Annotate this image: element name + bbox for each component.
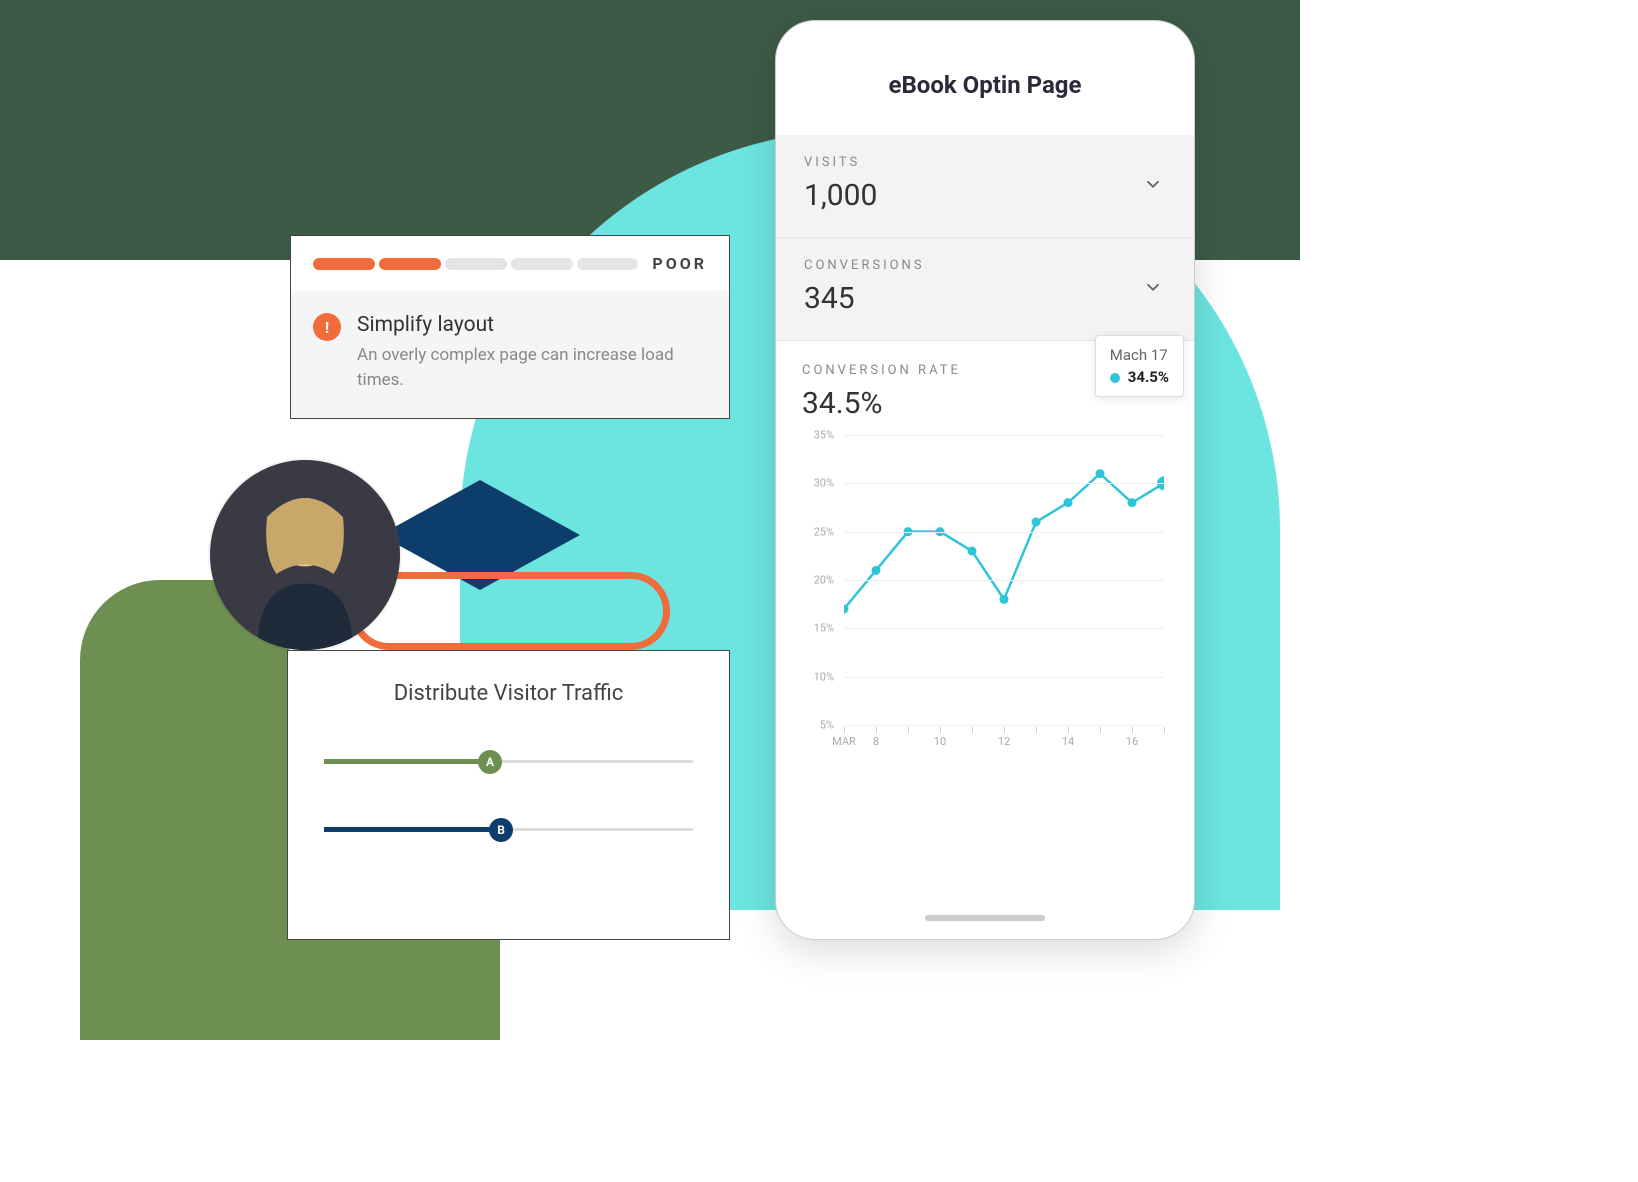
score-bar — [313, 258, 638, 270]
tooltip-value: 34.5% — [1128, 368, 1169, 386]
y-tick: 15% — [814, 622, 834, 635]
slider-b[interactable]: B — [324, 810, 693, 850]
phone-mockup: eBook Optin Page VISITS 1,000 CONVERSION… — [775, 20, 1195, 940]
recommendation-description: An overly complex page can increase load… — [357, 343, 707, 392]
home-indicator — [925, 915, 1045, 921]
tooltip-date: Mach 17 — [1110, 346, 1169, 364]
recommendation-card: POOR ! Simplify layout An overly complex… — [290, 235, 730, 419]
visits-row[interactable]: VISITS 1,000 — [776, 135, 1194, 238]
conversion-chart: 5%10%15%20%25%30%35% MAR810121416 — [838, 435, 1164, 755]
y-tick: 30% — [814, 477, 834, 490]
slider-b-knob[interactable]: B — [489, 818, 513, 842]
x-tick: 10 — [934, 735, 946, 748]
traffic-title: Distribute Visitor Traffic — [324, 681, 693, 706]
chevron-down-icon — [1142, 276, 1164, 302]
pill-decoration — [350, 572, 670, 650]
x-tick: MAR — [832, 735, 856, 748]
x-tick: 8 — [873, 735, 879, 748]
chevron-down-icon — [1142, 173, 1164, 199]
tooltip-dot-icon — [1110, 373, 1120, 383]
conversions-value: 345 — [804, 281, 1166, 316]
y-tick: 5% — [820, 719, 834, 732]
alert-icon: ! — [313, 313, 341, 341]
y-tick: 10% — [814, 670, 834, 683]
chart-tooltip: Mach 17 34.5% — [1095, 335, 1184, 397]
conversions-label: CONVERSIONS — [804, 258, 1166, 273]
slider-a-knob[interactable]: A — [478, 750, 502, 774]
conversions-row[interactable]: CONVERSIONS 345 — [776, 238, 1194, 341]
y-tick: 25% — [814, 525, 834, 538]
slider-a[interactable]: A — [324, 742, 693, 782]
visits-label: VISITS — [804, 155, 1166, 170]
visits-value: 1,000 — [804, 178, 1166, 213]
avatar — [210, 460, 400, 650]
y-tick: 35% — [814, 429, 834, 442]
x-tick: 12 — [998, 735, 1010, 748]
x-tick: 16 — [1126, 735, 1138, 748]
conversion-rate-section[interactable]: CONVERSION RATE 34.5% Mach 17 34.5% 5%10… — [776, 341, 1194, 765]
recommendation-title: Simplify layout — [357, 313, 707, 337]
x-tick: 14 — [1062, 735, 1074, 748]
traffic-card: Distribute Visitor Traffic A B — [287, 650, 730, 940]
score-label: POOR — [652, 254, 707, 273]
y-tick: 20% — [814, 574, 834, 587]
page-title: eBook Optin Page — [776, 21, 1194, 135]
